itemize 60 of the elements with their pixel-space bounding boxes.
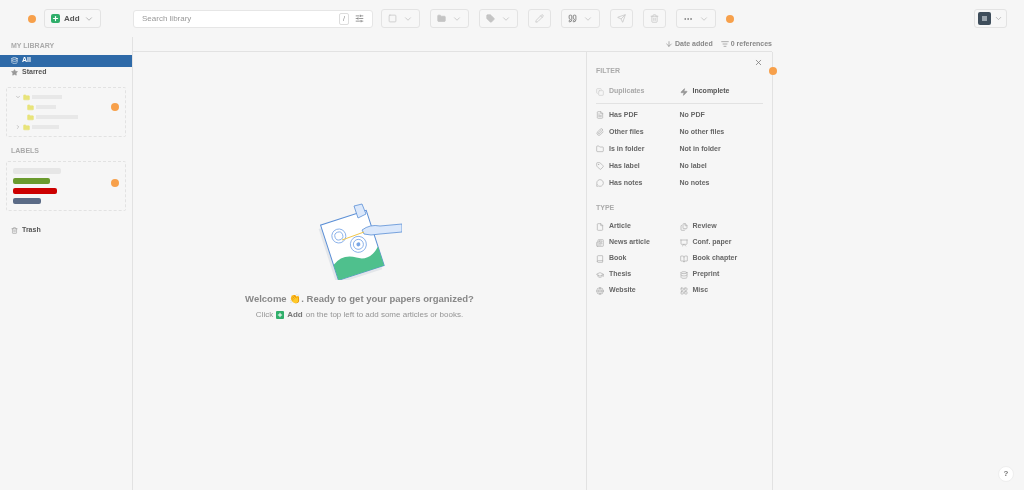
close-icon[interactable] [754, 58, 763, 67]
avatar-icon [978, 12, 991, 25]
grid-icon [679, 286, 688, 295]
plus-icon [276, 311, 285, 320]
folder-icon [27, 113, 34, 121]
newspaper-icon [596, 238, 604, 247]
filter-icon[interactable] [720, 40, 729, 48]
quote-icon [568, 14, 577, 23]
folder-icon [437, 14, 446, 23]
tag-icon [596, 162, 604, 170]
stack-icon [11, 57, 18, 64]
welcome-text: Welcome 👏. Ready to get your papers organized? [245, 292, 474, 306]
document-icon [596, 222, 604, 231]
delete-button[interactable] [643, 9, 666, 28]
stack-icon [679, 270, 688, 279]
folder-icon [27, 103, 34, 111]
hint-add: Add [287, 309, 303, 322]
caret-icon [15, 94, 21, 100]
help-button[interactable]: ? [998, 466, 1014, 482]
pencil-icon [535, 14, 544, 23]
caret-icon [15, 124, 21, 130]
hint-text: on the top left to add some articles or books. [305, 309, 464, 322]
more-button[interactable] [676, 9, 716, 28]
document-icon [596, 111, 604, 119]
hint-text: Click [255, 309, 274, 322]
documents-icon [679, 222, 688, 231]
checkbox-icon [388, 14, 397, 23]
graduation-cap-icon [596, 270, 604, 279]
tag-icon [486, 14, 495, 23]
paper-plane-icon [617, 14, 626, 23]
copy-icon [596, 87, 604, 96]
paperclip-icon [596, 128, 604, 136]
account-button[interactable] [974, 9, 1007, 28]
trash-icon [650, 14, 659, 23]
folder-icon [596, 145, 604, 153]
open-book-icon [679, 254, 688, 263]
select-button[interactable] [381, 9, 420, 28]
label-bar[interactable] [13, 178, 50, 184]
folder-icon [23, 93, 30, 101]
plus-icon [51, 14, 60, 23]
book-icon [596, 254, 604, 263]
caret-icon [994, 14, 1003, 23]
star-icon [11, 69, 18, 76]
folder-button[interactable] [430, 9, 469, 28]
globe-icon [596, 286, 604, 295]
edit-button[interactable] [528, 9, 551, 28]
send-button[interactable] [610, 9, 633, 28]
cite-button[interactable] [561, 9, 600, 28]
arrow-down-icon [665, 40, 673, 48]
folder-icon [23, 123, 30, 131]
add-button[interactable]: Add [44, 9, 101, 28]
lightning-icon [679, 87, 688, 96]
label-bar[interactable] [13, 188, 57, 194]
search-input[interactable]: Search library [142, 12, 334, 25]
label-bar[interactable] [13, 198, 41, 204]
tag-button[interactable] [479, 9, 518, 28]
presentation-icon [679, 238, 688, 247]
trash-icon [11, 226, 18, 234]
speech-bubble-icon [596, 179, 604, 187]
settings-icon[interactable] [355, 14, 364, 23]
